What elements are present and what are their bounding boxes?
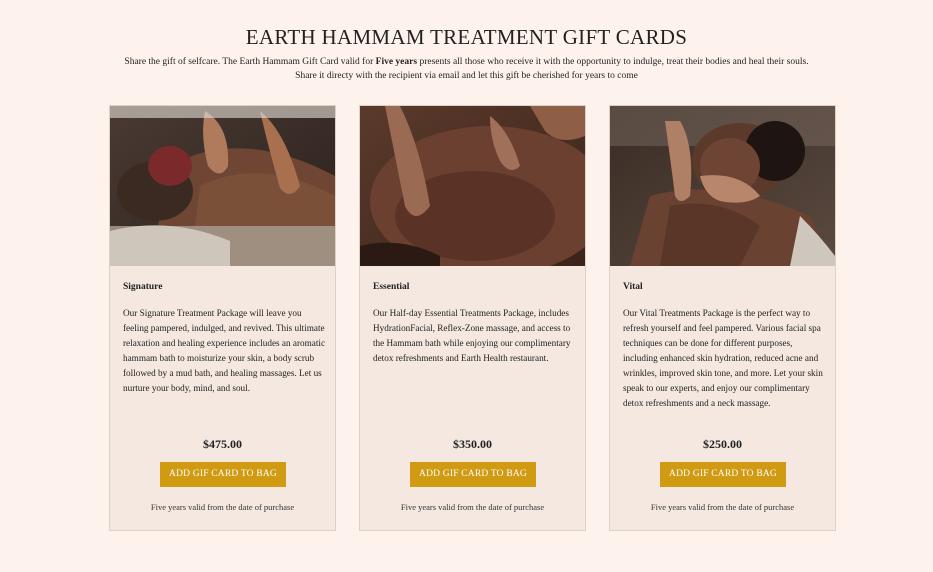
gift-card-essential: Essential Our Half-day Essential Treatme… (359, 105, 586, 531)
card-description: Our Signature Treatment Package will lea… (123, 308, 326, 393)
gift-card-signature: Signature Our Signature Treatment Packag… (109, 105, 336, 531)
vital-facial-photo (610, 106, 835, 266)
validity-note: Five years valid from the date of purcha… (650, 502, 795, 512)
card-description: Our Half-day Essential Treatments Packag… (373, 308, 571, 363)
add-gift-card-to-bag-button[interactable]: ADD GIF CARD TO BAG (160, 462, 286, 487)
card-price: $475.00 (203, 437, 242, 451)
card-title: Signature (123, 282, 163, 292)
intro-line-1: Share the gift of selfcare. The Earth Ha… (124, 57, 809, 67)
add-gift-card-to-bag-button[interactable]: ADD GIF CARD TO BAG (410, 462, 536, 487)
card-title: Vital (623, 282, 643, 292)
page-title: EARTH HAMMAM TREATMENT GIFT CARDS (245, 25, 688, 49)
essential-massage-photo (360, 106, 585, 266)
validity-note: Five years valid from the date of purcha… (150, 502, 295, 512)
card-price: $350.00 (453, 437, 492, 451)
card-price: $250.00 (703, 437, 742, 451)
add-gift-card-to-bag-button[interactable]: ADD GIF CARD TO BAG (660, 462, 786, 487)
signature-massage-photo (110, 106, 335, 266)
gift-card-vital: Vital Our Vital Treatments Package is th… (609, 105, 836, 531)
card-title: Essential (373, 282, 410, 292)
intro-line-2: Share it directy with the recipient via … (295, 71, 638, 81)
validity-note: Five years valid from the date of purcha… (400, 502, 545, 512)
intro-text: Share the gift of selfcare. The Earth Ha… (60, 55, 873, 83)
card-description: Our Vital Treatments Package is the perf… (623, 308, 823, 408)
